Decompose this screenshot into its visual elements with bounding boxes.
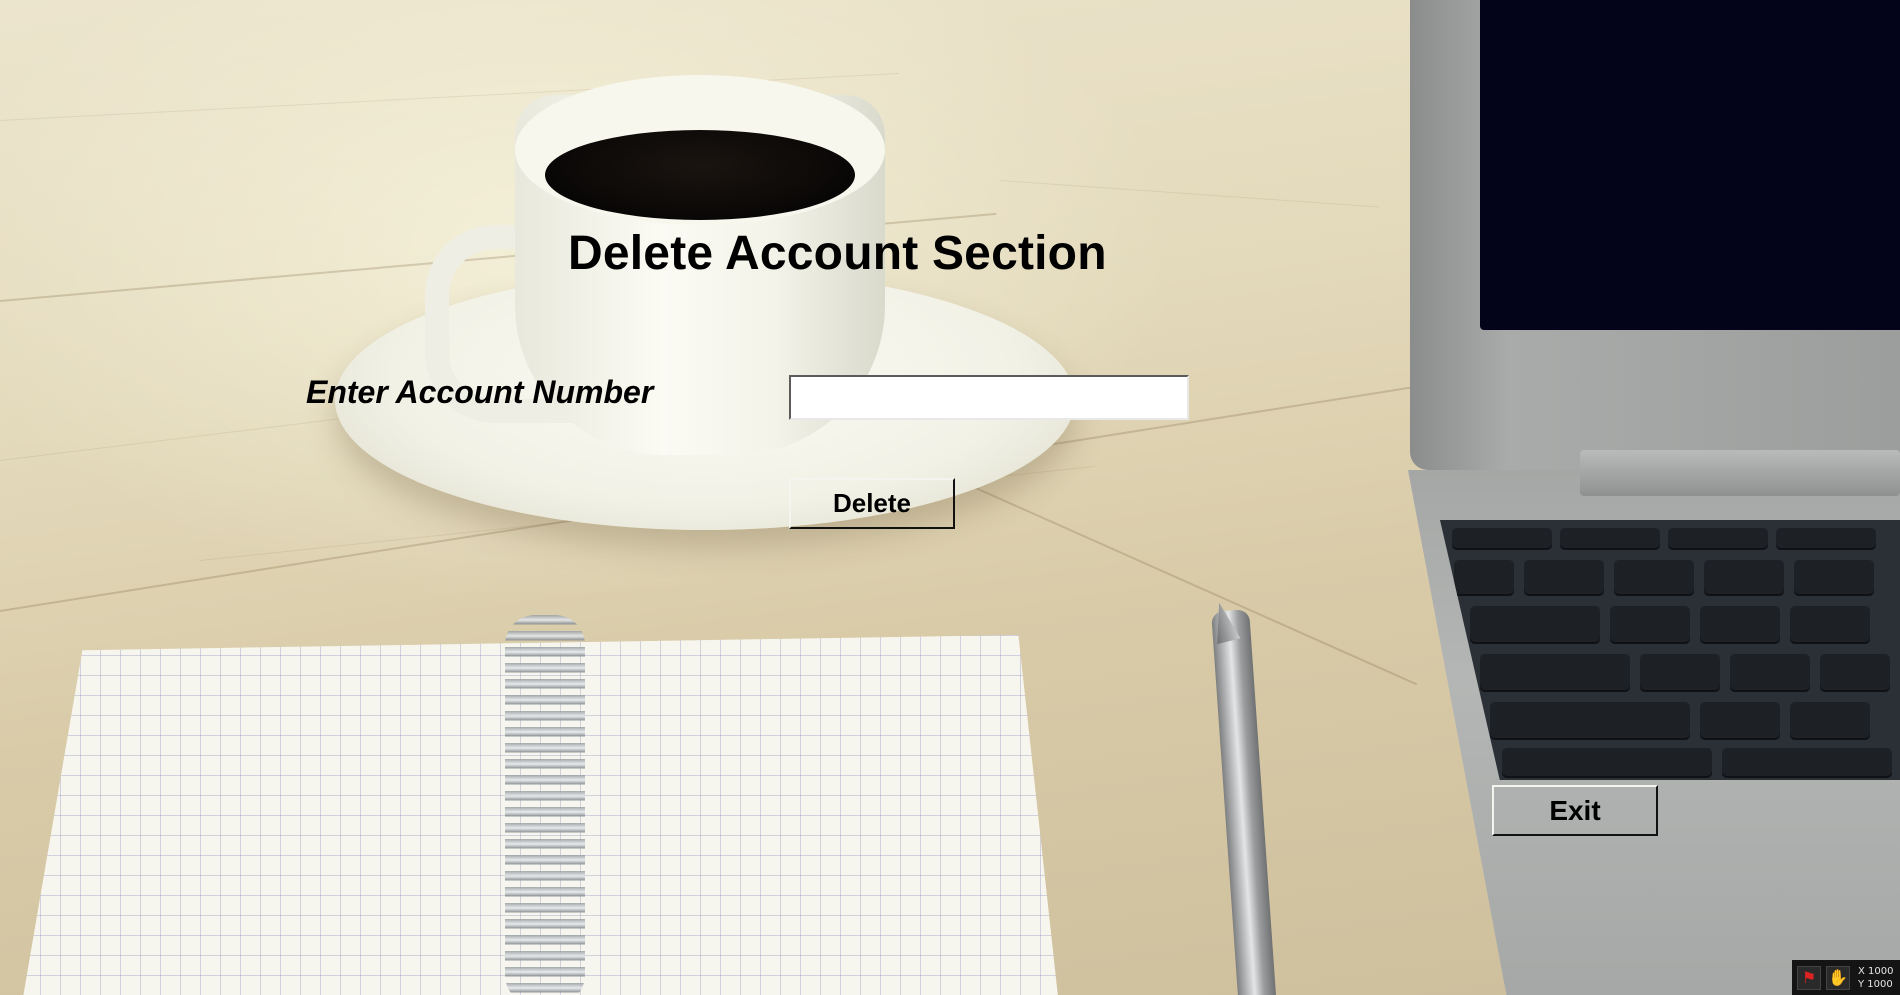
laptop-screen-image (1480, 0, 1900, 330)
keyboard-key (1614, 560, 1694, 596)
keyboard-key (1700, 606, 1780, 644)
keyboard-key (1700, 702, 1780, 740)
keyboard-key (1704, 560, 1784, 596)
red-figure-icon[interactable]: ⚑ (1797, 965, 1821, 990)
coffee-image (545, 130, 855, 220)
keyboard-key (1480, 654, 1630, 692)
keyboard-key (1490, 702, 1690, 740)
red-hand-icon[interactable]: ✋ (1826, 965, 1850, 990)
account-number-label: Enter Account Number (306, 374, 654, 410)
keyboard-key (1610, 606, 1690, 644)
keyboard-key (1722, 748, 1892, 778)
keyboard-key (1790, 606, 1870, 644)
keyboard-key (1524, 560, 1604, 596)
keyboard-key (1640, 654, 1720, 692)
keyboard-key (1470, 606, 1600, 644)
delete-button[interactable]: Delete (789, 478, 955, 529)
laptop-keyboard-image (1440, 520, 1900, 780)
keyboard-key (1560, 528, 1660, 550)
y-coordinate-readout: Y 1000 (1858, 978, 1893, 990)
laptop-hinge-image (1580, 450, 1900, 496)
x-coordinate-readout: X 1000 (1858, 965, 1894, 977)
keyboard-key (1820, 654, 1890, 692)
system-tray-widget: ⚑ ✋ X 1000 Y 1000 (1792, 960, 1900, 995)
keyboard-key (1454, 560, 1514, 596)
keyboard-key (1668, 528, 1768, 550)
keyboard-key (1790, 702, 1870, 740)
exit-button[interactable]: Exit (1492, 785, 1658, 836)
wood-plank-seam (959, 480, 1418, 686)
wood-grain (999, 180, 1380, 208)
keyboard-key (1794, 560, 1874, 596)
keyboard-key (1730, 654, 1810, 692)
notebook-spiral-image (505, 615, 585, 995)
page-title: Delete Account Section (568, 227, 1107, 280)
keyboard-key (1502, 748, 1712, 778)
account-number-input[interactable] (789, 375, 1189, 420)
keyboard-key (1776, 528, 1876, 550)
coordinate-readout: X 1000 Y 1000 (1858, 965, 1893, 991)
keyboard-key (1452, 528, 1552, 550)
